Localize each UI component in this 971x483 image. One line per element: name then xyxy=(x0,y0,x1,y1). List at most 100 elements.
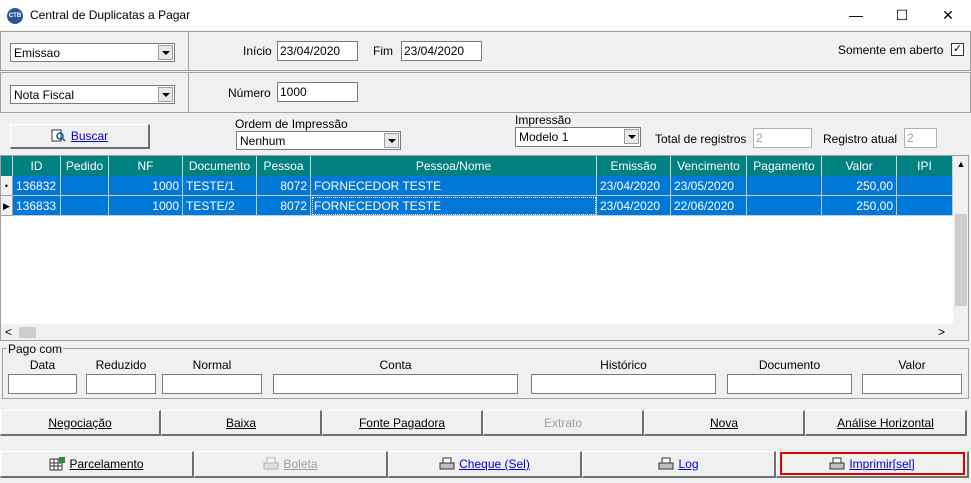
fonte-pagadora-button[interactable]: Fonte Pagadora xyxy=(322,410,483,436)
baixa-button[interactable]: Baixa xyxy=(161,410,322,436)
horizontal-scrollbar[interactable]: < > xyxy=(1,324,968,340)
scroll-thumb[interactable] xyxy=(955,214,967,306)
ordem-value: Nenhum xyxy=(240,134,286,148)
column-header-nome[interactable]: Pessoa/Nome xyxy=(311,156,597,176)
cell-documento[interactable]: TESTE/2 xyxy=(183,196,257,216)
log-button[interactable]: Log xyxy=(582,451,776,478)
total-field: 2 xyxy=(753,128,812,148)
cell-ipi[interactable] xyxy=(897,176,953,196)
column-header-pessoa[interactable]: Pessoa xyxy=(257,156,311,176)
extrato-label: Extrato xyxy=(543,415,582,430)
boleta-button[interactable]: Boleta xyxy=(194,451,388,478)
fonte-pagadora-label: Fonte Pagadora xyxy=(358,415,446,430)
chevron-down-icon[interactable] xyxy=(384,133,399,148)
minimize-button[interactable]: — xyxy=(833,0,879,30)
cheque-sel-button[interactable]: Cheque (Sel) xyxy=(388,451,582,478)
pago-data-field[interactable] xyxy=(8,374,77,394)
scroll-up-icon[interactable]: ▲ xyxy=(953,156,968,173)
negociacao-button[interactable]: Negociação xyxy=(0,410,161,436)
printer-icon xyxy=(263,457,279,470)
chevron-down-icon[interactable] xyxy=(158,45,173,60)
cell-emissao[interactable]: 23/04/2020 xyxy=(597,196,671,216)
buscar-button[interactable]: Buscar xyxy=(10,124,150,149)
imprimir-sel-button[interactable]: Imprimir[sel] xyxy=(776,451,969,478)
analise-horizontal-button[interactable]: Análise Horizontal xyxy=(805,410,967,436)
column-header-ipi[interactable]: IPI xyxy=(897,156,953,176)
scroll-right-icon[interactable]: > xyxy=(938,324,945,340)
column-header-nf[interactable]: NF xyxy=(109,156,183,176)
registro-label: Registro atual xyxy=(823,132,898,146)
pago-documento-field[interactable] xyxy=(727,374,852,394)
scroll-thumb-horizontal[interactable] xyxy=(19,327,36,338)
cell-documento[interactable]: TESTE/1 xyxy=(183,176,257,196)
scroll-left-icon[interactable]: < xyxy=(5,324,12,340)
column-header-id[interactable]: ID xyxy=(13,156,61,176)
fim-label: Fim xyxy=(373,44,393,58)
cell-nf[interactable]: 1000 xyxy=(109,176,183,196)
column-header-pedido[interactable]: Pedido xyxy=(61,156,109,176)
cell-nome[interactable]: FORNECEDOR TESTE xyxy=(311,176,597,196)
cell-vencimento[interactable]: 23/05/2020 xyxy=(671,176,747,196)
column-header-emissao[interactable]: Emissão xyxy=(597,156,671,176)
ordem-select[interactable]: Nenhum xyxy=(236,131,401,150)
chevron-down-icon[interactable] xyxy=(158,87,173,102)
fim-input[interactable]: 23/04/2020 xyxy=(401,41,482,61)
maximize-button[interactable]: ☐ xyxy=(879,0,925,30)
pago-normal-label: Normal xyxy=(192,358,232,372)
pago-historico-label: Histórico xyxy=(600,358,647,372)
boleta-label: Boleta xyxy=(283,457,318,471)
parcelamento-button[interactable]: Parcelamento xyxy=(0,451,194,478)
inicio-input[interactable]: 23/04/2020 xyxy=(277,41,358,61)
cell-emissao[interactable]: 23/04/2020 xyxy=(597,176,671,196)
pago-historico-field[interactable] xyxy=(531,374,716,394)
vertical-scrollbar[interactable]: ▲ xyxy=(953,156,968,324)
ordem-label: Ordem de Impressão xyxy=(235,117,348,131)
divider xyxy=(188,72,189,113)
imprimir-sel-label: Imprimir[sel] xyxy=(849,457,915,471)
cell-pedido[interactable] xyxy=(61,176,109,196)
impressao-select[interactable]: Modelo 1 xyxy=(515,127,641,147)
cell-pedido[interactable] xyxy=(61,196,109,216)
nova-label: Nova xyxy=(709,415,738,430)
date-type-select[interactable]: Emissao xyxy=(10,43,175,62)
nova-button[interactable]: Nova xyxy=(644,410,805,436)
extrato-button[interactable]: Extrato xyxy=(483,410,644,436)
pago-reduzido-field[interactable] xyxy=(86,374,156,394)
cell-nome[interactable]: FORNECEDOR TESTE xyxy=(311,196,597,216)
duplicatas-grid[interactable]: ID Pedido NF Documento Pessoa Pessoa/Nom… xyxy=(0,155,969,341)
cell-pagamento[interactable] xyxy=(747,196,822,216)
fim-value: 23/04/2020 xyxy=(404,44,465,58)
column-header-pagamento[interactable]: Pagamento xyxy=(747,156,822,176)
cell-pessoa[interactable]: 8072 xyxy=(257,176,311,196)
numero-input[interactable]: 1000 xyxy=(277,82,358,102)
column-header-documento[interactable]: Documento xyxy=(183,156,257,176)
log-label: Log xyxy=(678,457,699,471)
cell-id[interactable]: 136832 xyxy=(13,176,61,196)
grid-plus-icon xyxy=(49,457,66,471)
cell-id[interactable]: 136833 xyxy=(13,196,61,216)
pago-valor-field[interactable] xyxy=(862,374,962,394)
cell-nf[interactable]: 1000 xyxy=(109,196,183,216)
registro-value: 2 xyxy=(907,131,914,145)
cell-vencimento[interactable]: 22/06/2020 xyxy=(671,196,747,216)
cell-ipi[interactable] xyxy=(897,196,953,216)
buscar-label: Buscar xyxy=(70,129,109,143)
window-title: Central de Duplicatas a Pagar xyxy=(30,8,191,22)
table-row[interactable]: • 136832 1000 TESTE/1 8072 FORNECEDOR TE… xyxy=(1,176,953,196)
analise-horizontal-label: Análise Horizontal xyxy=(837,415,934,430)
cell-pessoa[interactable]: 8072 xyxy=(257,196,311,216)
inicio-label: Início xyxy=(243,44,272,58)
somente-checkbox[interactable]: ✓ xyxy=(951,43,964,56)
table-row[interactable]: ▶ 136833 1000 TESTE/2 8072 FORNECEDOR TE… xyxy=(1,196,953,216)
column-header-vencimento[interactable]: Vencimento xyxy=(671,156,747,176)
cell-valor[interactable]: 250,00 xyxy=(822,196,897,216)
pago-conta-field[interactable] xyxy=(273,374,518,394)
chevron-down-icon[interactable] xyxy=(624,129,639,144)
close-button[interactable]: ✕ xyxy=(925,0,971,30)
column-header-valor[interactable]: Valor xyxy=(822,156,897,176)
impressao-value: Modelo 1 xyxy=(519,130,569,144)
cell-valor[interactable]: 250,00 xyxy=(822,176,897,196)
cell-pagamento[interactable] xyxy=(747,176,822,196)
doc-type-select[interactable]: Nota Fiscal xyxy=(10,85,175,104)
pago-normal-field[interactable] xyxy=(162,374,262,394)
